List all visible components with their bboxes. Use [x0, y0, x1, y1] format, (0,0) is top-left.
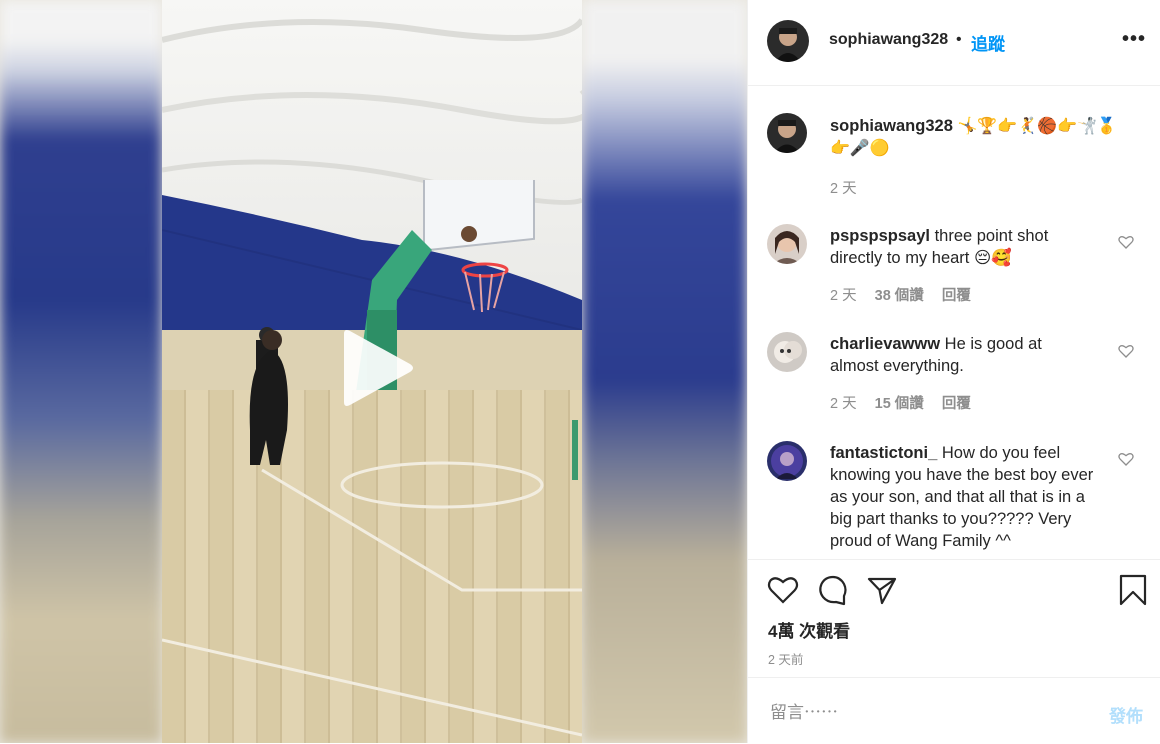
caption-time[interactable]: 2 天 — [830, 181, 857, 197]
separator-dot: • — [956, 31, 962, 48]
video-player[interactable] — [0, 0, 747, 743]
comment-meta: 2 天 15 個讚 回覆 — [830, 392, 985, 413]
video-blur-left — [0, 0, 162, 743]
comments-list[interactable]: sophiawang328 🤸🏆👉🤾🏀👉🤺🥇👉🎤🟡 2 天 pspspspsay… — [748, 87, 1160, 559]
avatar[interactable] — [767, 113, 807, 153]
comment-meta: 2 天 38 個讚 回覆 — [830, 284, 985, 305]
more-options-icon[interactable]: ••• — [1122, 28, 1146, 51]
comment-icon — [819, 575, 847, 606]
heart-icon — [767, 577, 799, 604]
comment-composer: 發佈 — [748, 677, 1160, 744]
post-date[interactable]: 2 天前 — [768, 649, 803, 668]
reply-button[interactable]: 回覆 — [942, 396, 971, 412]
bookmark-icon — [1119, 574, 1147, 606]
comment-body: pspspspsayl three point shot directly to… — [830, 225, 1100, 269]
comment-username[interactable]: charlievawww — [830, 335, 940, 353]
comment-button[interactable] — [817, 574, 849, 606]
avatar[interactable] — [767, 20, 809, 62]
comment-time[interactable]: 2 天 — [830, 396, 857, 412]
save-button[interactable] — [1117, 574, 1149, 606]
play-icon — [344, 330, 413, 406]
comment-likes[interactable]: 15 個讚 — [875, 396, 924, 412]
comment-likes[interactable]: 38 個讚 — [875, 288, 924, 304]
heart-icon[interactable] — [1118, 451, 1134, 467]
comment-username[interactable]: fantastictoni_ — [830, 444, 937, 462]
comment-body: charlievawww He is good at almost everyt… — [830, 333, 1070, 377]
avatar[interactable] — [767, 441, 807, 481]
post-header: sophiawang328 • 追蹤 ••• — [748, 0, 1160, 86]
post-actions: 4萬 次觀看 2 天前 發佈 — [748, 559, 1160, 743]
post-comment-button[interactable]: 發佈 — [1109, 702, 1143, 727]
comment-username[interactable]: pspspspsayl — [830, 227, 930, 245]
comment-body: fantastictoni_ How do you feel knowing y… — [830, 442, 1095, 552]
reply-button[interactable]: 回覆 — [942, 288, 971, 304]
share-button[interactable] — [866, 574, 898, 606]
comment-input[interactable] — [768, 700, 1098, 726]
heart-icon[interactable] — [1118, 234, 1134, 250]
caption-meta: 2 天 — [830, 177, 871, 198]
caption-username[interactable]: sophiawang328 — [830, 117, 953, 135]
paper-plane-icon — [867, 577, 897, 605]
like-button[interactable] — [767, 574, 799, 606]
post-username[interactable]: sophiawang328 — [829, 31, 948, 49]
avatar[interactable] — [767, 224, 807, 264]
video-blur-right — [582, 0, 747, 743]
caption-body: sophiawang328 🤸🏆👉🤾🏀👉🤺🥇👉🎤🟡 — [830, 115, 1130, 159]
view-count[interactable]: 4萬 次觀看 — [768, 617, 850, 642]
post-panel: sophiawang328 • 追蹤 ••• sophiawang328 🤸🏆👉… — [747, 0, 1160, 743]
heart-icon[interactable] — [1118, 343, 1134, 359]
comment-time[interactable]: 2 天 — [830, 288, 857, 304]
follow-button[interactable]: 追蹤 — [971, 30, 1005, 55]
play-button[interactable] — [338, 328, 414, 408]
avatar[interactable] — [767, 332, 807, 372]
